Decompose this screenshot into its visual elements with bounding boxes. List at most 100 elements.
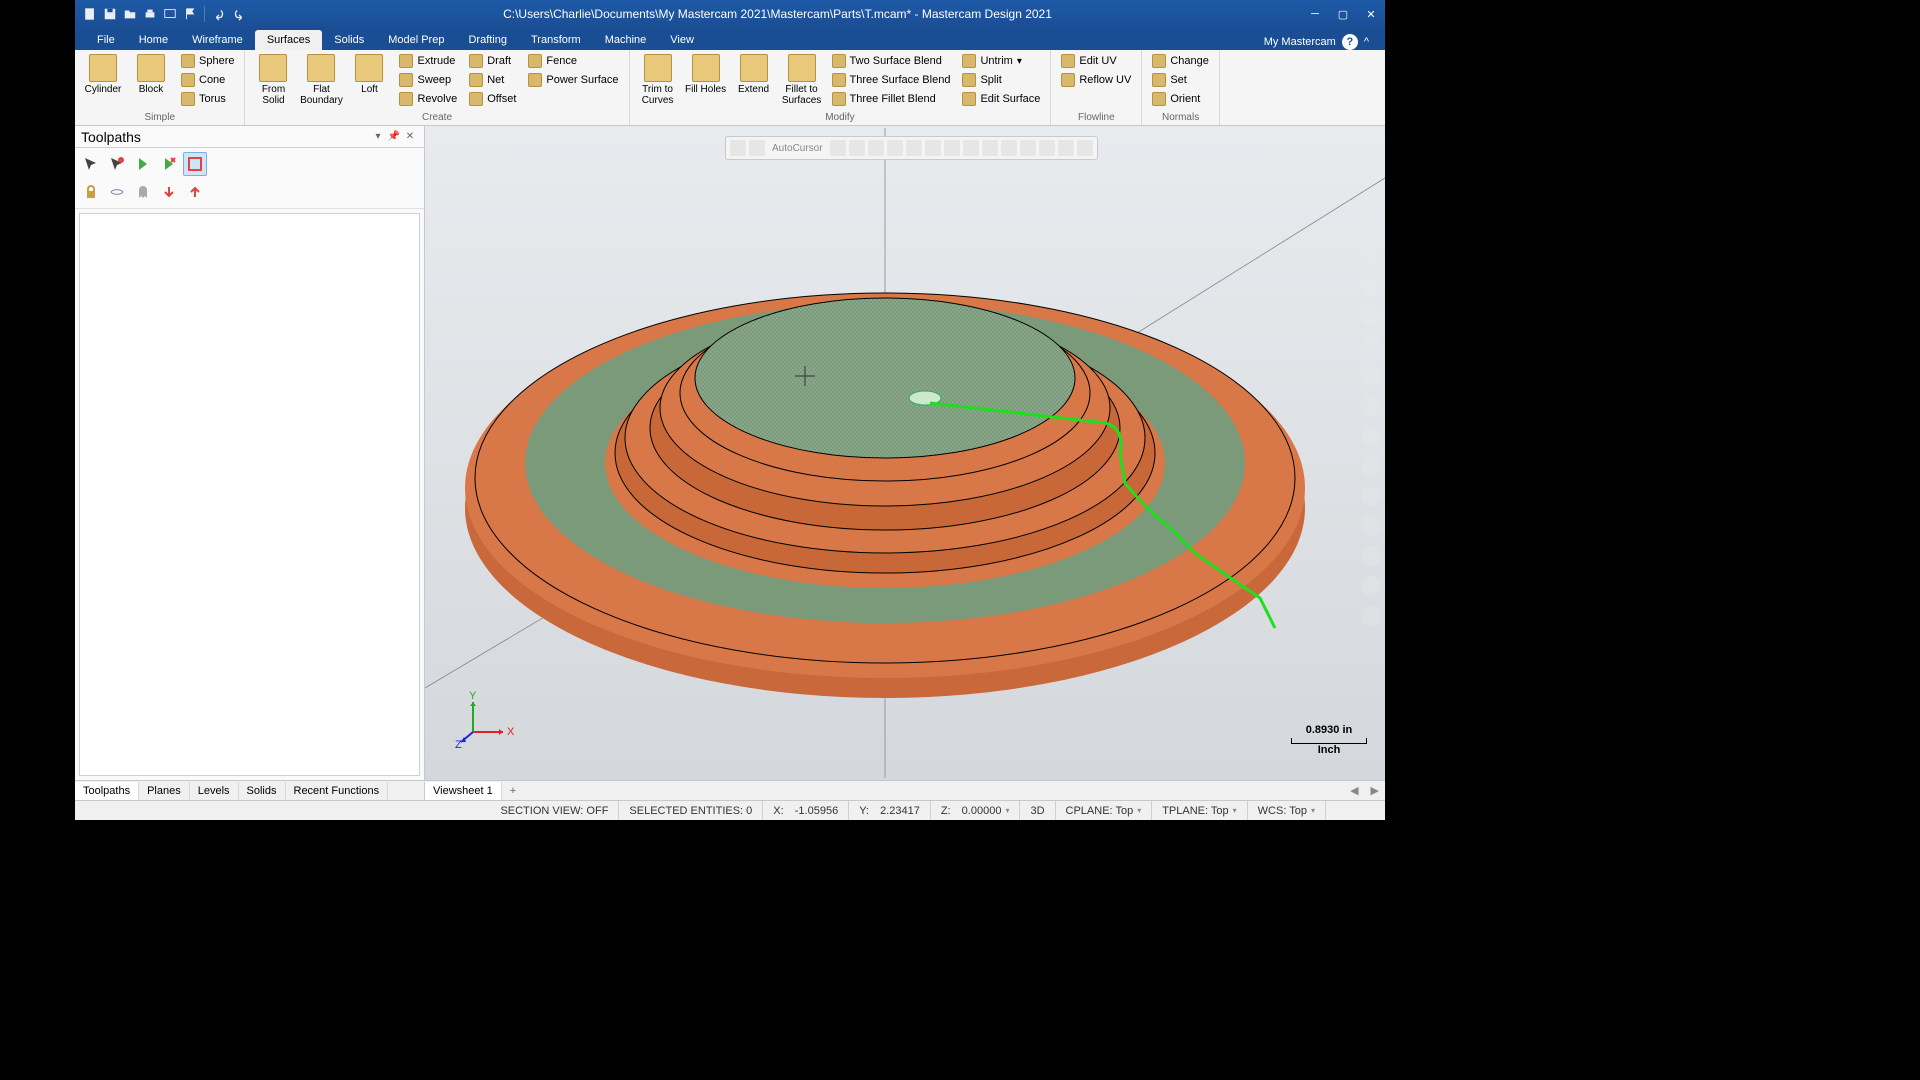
net-button[interactable]: Net bbox=[465, 71, 520, 89]
collapse-ribbon-icon[interactable]: ^ bbox=[1364, 36, 1369, 48]
set-button[interactable]: Set bbox=[1148, 71, 1213, 89]
status-cplane[interactable]: CPLANE: Top bbox=[1055, 801, 1152, 820]
panel-close-icon[interactable]: ✕ bbox=[402, 129, 418, 145]
open-icon[interactable] bbox=[121, 5, 139, 23]
select-all-button[interactable] bbox=[79, 152, 103, 176]
regen-selected-button[interactable] bbox=[131, 152, 155, 176]
panel-tab-planes[interactable]: Planes bbox=[139, 782, 190, 800]
panel-dropdown-icon[interactable]: ▾ bbox=[370, 129, 386, 145]
status-y[interactable]: Y: 2.23417 bbox=[848, 801, 930, 820]
status-section-view[interactable]: SECTION VIEW: OFF bbox=[490, 801, 618, 820]
qt-9[interactable] bbox=[1361, 456, 1381, 476]
three-surface-blend-button[interactable]: Three Surface Blend bbox=[828, 71, 955, 89]
my-mastercam-link[interactable]: My Mastercam bbox=[1264, 36, 1336, 48]
qt-12[interactable] bbox=[1361, 546, 1381, 566]
qt-10[interactable] bbox=[1361, 486, 1381, 506]
close-button[interactable]: ✕ bbox=[1357, 0, 1385, 28]
screen-icon[interactable] bbox=[161, 5, 179, 23]
add-viewsheet-button[interactable]: + bbox=[502, 782, 524, 800]
tab-file[interactable]: File bbox=[85, 30, 127, 50]
move-down-button[interactable] bbox=[157, 180, 181, 204]
change-button[interactable]: Change bbox=[1148, 52, 1213, 70]
draft-button[interactable]: Draft bbox=[465, 52, 520, 70]
reflow-uv-button[interactable]: Reflow UV bbox=[1057, 71, 1135, 89]
orient-button[interactable]: Orient bbox=[1148, 90, 1213, 108]
help-icon[interactable]: ? bbox=[1342, 34, 1358, 50]
select-dirty-button[interactable] bbox=[105, 152, 129, 176]
status-mode[interactable]: 3D bbox=[1019, 801, 1054, 820]
from-solid-button[interactable]: From Solid bbox=[251, 52, 295, 106]
panel-tab-solids[interactable]: Solids bbox=[239, 782, 286, 800]
tab-drafting[interactable]: Drafting bbox=[456, 30, 519, 50]
fill-holes-button[interactable]: Fill Holes bbox=[684, 52, 728, 95]
sphere-button[interactable]: Sphere bbox=[177, 52, 238, 70]
qt-2[interactable] bbox=[1361, 246, 1381, 266]
revolve-button[interactable]: Revolve bbox=[395, 90, 461, 108]
torus-button[interactable]: Torus bbox=[177, 90, 238, 108]
tab-model-prep[interactable]: Model Prep bbox=[376, 30, 456, 50]
qt-5[interactable] bbox=[1361, 336, 1381, 356]
cylinder-button[interactable]: Cylinder bbox=[81, 52, 125, 95]
power-surface-button[interactable]: Power Surface bbox=[524, 71, 622, 89]
two-surface-blend-button[interactable]: Two Surface Blend bbox=[828, 52, 955, 70]
fillet-to-surfaces-button[interactable]: Fillet to Surfaces bbox=[780, 52, 824, 106]
regen-dirty-button[interactable] bbox=[157, 152, 181, 176]
save-icon[interactable] bbox=[101, 5, 119, 23]
sheet-nav-next[interactable]: ▶ bbox=[1365, 784, 1385, 797]
extrude-button[interactable]: Extrude bbox=[395, 52, 461, 70]
qt-4[interactable] bbox=[1361, 306, 1381, 326]
viewsheet-tab[interactable]: Viewsheet 1 bbox=[425, 782, 502, 800]
trim-to-curves-button[interactable]: Trim to Curves bbox=[636, 52, 680, 106]
qt-3[interactable] bbox=[1361, 276, 1381, 296]
sweep-button[interactable]: Sweep bbox=[395, 71, 461, 89]
tab-home[interactable]: Home bbox=[127, 30, 180, 50]
tab-solids[interactable]: Solids bbox=[322, 30, 376, 50]
undo-icon[interactable] bbox=[210, 5, 228, 23]
three-fillet-blend-button[interactable]: Three Fillet Blend bbox=[828, 90, 955, 108]
tab-wireframe[interactable]: Wireframe bbox=[180, 30, 255, 50]
toolpaths-tree[interactable] bbox=[79, 213, 420, 776]
qt-8[interactable] bbox=[1361, 426, 1381, 446]
loft-button[interactable]: Loft bbox=[347, 52, 391, 95]
cone-button[interactable]: Cone bbox=[177, 71, 238, 89]
panel-tab-levels[interactable]: Levels bbox=[190, 782, 239, 800]
lock-button[interactable] bbox=[79, 180, 103, 204]
print-icon[interactable] bbox=[141, 5, 159, 23]
ghost-button[interactable] bbox=[131, 180, 155, 204]
untrim-button[interactable]: Untrim ▾ bbox=[958, 52, 1044, 70]
edit-surface-button[interactable]: Edit Surface bbox=[958, 90, 1044, 108]
tab-transform[interactable]: Transform bbox=[519, 30, 593, 50]
status-x[interactable]: X: -1.05956 bbox=[762, 801, 848, 820]
qt-7[interactable] bbox=[1361, 396, 1381, 416]
status-wcs[interactable]: WCS: Top bbox=[1247, 801, 1325, 820]
toggle-display-button[interactable] bbox=[105, 180, 129, 204]
sheet-nav-prev[interactable]: ◀ bbox=[1344, 784, 1364, 797]
status-extra[interactable] bbox=[1325, 801, 1385, 820]
qt-14[interactable] bbox=[1361, 606, 1381, 626]
redo-icon[interactable] bbox=[230, 5, 248, 23]
qt-6[interactable] bbox=[1361, 366, 1381, 386]
edit-uv-button[interactable]: Edit UV bbox=[1057, 52, 1135, 70]
qt-11[interactable] bbox=[1361, 516, 1381, 536]
fence-button[interactable]: Fence bbox=[524, 52, 622, 70]
autocursor-toolbar[interactable]: AutoCursor bbox=[725, 136, 1098, 160]
tab-view[interactable]: View bbox=[658, 30, 706, 50]
split-button[interactable]: Split bbox=[958, 71, 1044, 89]
extend-button[interactable]: Extend bbox=[732, 52, 776, 95]
viewport[interactable]: AutoCursor X Y Z 0.8930 in Inch bbox=[425, 126, 1385, 780]
panel-pin-icon[interactable]: 📌 bbox=[386, 129, 402, 145]
panel-tab-recent[interactable]: Recent Functions bbox=[286, 782, 389, 800]
backplot-button[interactable] bbox=[183, 152, 207, 176]
minimize-button[interactable]: ─ bbox=[1301, 0, 1329, 28]
move-up-button[interactable] bbox=[183, 180, 207, 204]
block-button[interactable]: Block bbox=[129, 52, 173, 95]
tab-machine[interactable]: Machine bbox=[593, 30, 659, 50]
new-icon[interactable] bbox=[81, 5, 99, 23]
qt-1[interactable] bbox=[1361, 216, 1381, 236]
tab-surfaces[interactable]: Surfaces bbox=[255, 30, 322, 50]
status-tplane[interactable]: TPLANE: Top bbox=[1151, 801, 1246, 820]
flat-boundary-button[interactable]: Flat Boundary bbox=[299, 52, 343, 106]
flag-icon[interactable] bbox=[181, 5, 199, 23]
status-z[interactable]: Z: 0.00000 bbox=[930, 801, 1020, 820]
qt-13[interactable] bbox=[1361, 576, 1381, 596]
